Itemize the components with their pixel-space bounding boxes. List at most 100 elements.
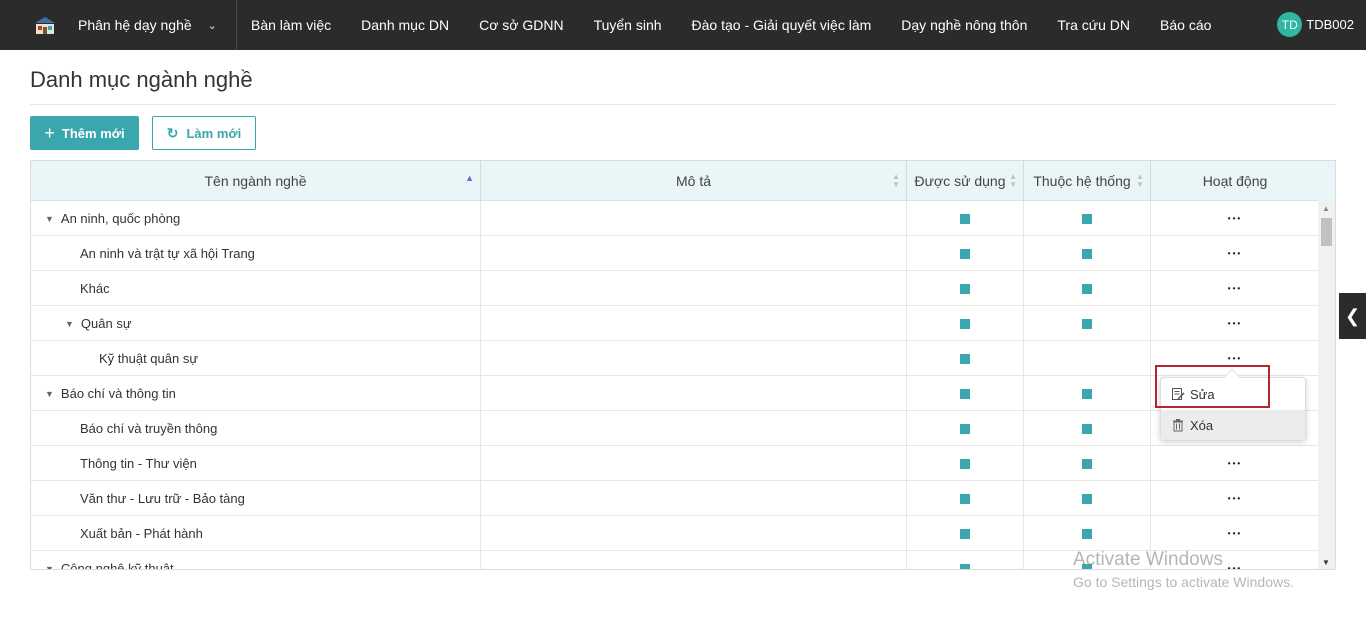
checked-square-icon — [960, 353, 970, 364]
cell-system — [1024, 306, 1151, 341]
table-row[interactable]: Văn thư - Lưu trữ - Bảo tàng ••• — [31, 481, 1319, 516]
table-row[interactable]: Xuất bản - Phát hành ••• — [31, 516, 1319, 551]
sort-icon[interactable]: ▲ ▼ — [892, 173, 900, 189]
expand-caret-icon[interactable]: ▼ — [45, 389, 54, 399]
cell-name: ▼ Quân sự — [31, 306, 481, 341]
nav-item-co-so-gdnn[interactable]: Cơ sở GDNN — [464, 17, 578, 33]
activation-watermark-title: Activate Windows — [1073, 549, 1223, 570]
checked-square-icon — [1082, 493, 1092, 504]
row-name-label: Khác — [80, 281, 110, 296]
more-actions-icon[interactable]: ••• — [1228, 249, 1242, 259]
cell-actions: ••• — [1151, 446, 1319, 481]
nav-item-tuyen-sinh[interactable]: Tuyển sinh — [579, 17, 677, 33]
sort-icon[interactable]: ▲ ▼ — [1009, 173, 1017, 189]
sort-asc-icon[interactable]: ▲ — [465, 173, 474, 183]
nav-item-bao-cao[interactable]: Báo cáo — [1145, 17, 1226, 33]
row-name-label: Kỹ thuật quân sự — [99, 351, 199, 366]
cell-name: Khác — [31, 271, 481, 306]
row-name-label: Báo chí và truyền thông — [80, 421, 218, 436]
column-header-used[interactable]: Được sử dụng ▲ ▼ — [907, 161, 1024, 201]
cell-description — [481, 201, 907, 236]
module-label: Phân hệ dạy nghề — [78, 17, 192, 33]
checked-square-icon — [960, 493, 970, 504]
more-actions-icon[interactable]: ••• — [1228, 284, 1242, 294]
cell-used — [907, 341, 1024, 376]
expand-caret-icon[interactable]: ▼ — [45, 564, 54, 570]
scroll-up-icon[interactable]: ▲ — [1322, 204, 1330, 213]
cell-used — [907, 481, 1024, 516]
column-header-label: Tên ngành nghề — [204, 173, 307, 189]
nav-item-danh-muc-dn[interactable]: Danh mục DN — [346, 17, 464, 33]
refresh-button[interactable]: ↻ Làm mới — [152, 116, 256, 150]
column-header-label: Mô tả — [675, 173, 711, 189]
row-name-label: Xuất bản - Phát hành — [80, 526, 203, 541]
table-row[interactable]: Kỹ thuật quân sự ••• — [31, 341, 1319, 376]
scroll-down-icon[interactable]: ▼ — [1322, 558, 1330, 567]
checked-square-icon — [1082, 458, 1092, 469]
scrollbar-thumb[interactable] — [1321, 218, 1332, 246]
table-row[interactable]: Báo chí và truyền thông — [31, 411, 1319, 446]
checked-square-icon — [1082, 423, 1092, 434]
table-row[interactable]: ▼ Quân sự ••• — [31, 306, 1319, 341]
more-actions-icon[interactable]: ••• — [1228, 564, 1242, 570]
checked-square-icon — [960, 388, 970, 399]
avatar: TD — [1277, 12, 1303, 37]
table-row[interactable]: ▼ Báo chí và thông tin — [31, 376, 1319, 411]
more-actions-icon[interactable]: ••• — [1228, 319, 1242, 329]
title-divider — [30, 104, 1336, 105]
more-actions-icon[interactable]: ••• — [1228, 459, 1242, 469]
more-actions-icon[interactable]: ••• — [1228, 494, 1242, 504]
add-button[interactable]: + Thêm mới — [30, 116, 139, 150]
side-panel-toggle[interactable]: ❮ — [1339, 293, 1366, 339]
trash-icon — [1173, 419, 1183, 432]
cell-system — [1024, 446, 1151, 481]
cell-name: Kỹ thuật quân sự — [31, 341, 481, 376]
module-switcher[interactable]: Phân hệ dạy nghề ⌄ — [78, 0, 217, 50]
checked-square-icon — [1082, 283, 1092, 294]
column-header-name[interactable]: Tên ngành nghề ▲ — [31, 161, 481, 201]
more-actions-icon[interactable]: ••• — [1228, 214, 1242, 224]
top-navbar: Phân hệ dạy nghề ⌄ Bàn làm việc Danh mục… — [0, 0, 1366, 50]
cell-description — [481, 236, 907, 271]
cell-description — [481, 306, 907, 341]
more-actions-icon[interactable]: ••• — [1228, 354, 1242, 364]
add-button-label: Thêm mới — [61, 125, 125, 141]
expand-caret-icon[interactable]: ▼ — [45, 214, 54, 224]
table-body: ▼ An ninh, quốc phòng ••• An ninh và trật t… — [31, 201, 1319, 570]
column-header-label: Hoạt động — [1202, 173, 1268, 189]
cell-description — [481, 271, 907, 306]
cell-used — [907, 551, 1024, 569]
checked-square-icon — [960, 563, 970, 569]
menu-item-delete[interactable]: Xóa — [1161, 410, 1305, 440]
cell-actions: ••• — [1151, 306, 1319, 341]
nav-item-day-nghe-nong-thon[interactable]: Dạy nghề nông thôn — [886, 17, 1042, 33]
nav-item-ban-lam-viec[interactable]: Bàn làm việc — [236, 17, 346, 33]
column-header-actions: Hoạt động — [1151, 161, 1319, 201]
table-row[interactable]: An ninh và trật tự xã hội Trang ••• — [31, 236, 1319, 271]
cell-description — [481, 551, 907, 569]
app-logo-icon[interactable] — [34, 14, 56, 36]
table-row[interactable]: ▼ An ninh, quốc phòng ••• — [31, 201, 1319, 236]
user-menu[interactable]: TD TDB002 — [1277, 12, 1354, 37]
nav-item-dao-tao[interactable]: Đào tạo - Giải quyết việc làm — [677, 17, 887, 33]
vertical-scrollbar[interactable]: ▲ ▼ — [1318, 201, 1335, 569]
cell-name: Báo chí và truyền thông — [31, 411, 481, 446]
chevron-down-icon: ⌄ — [207, 19, 217, 32]
cell-actions: ••• — [1151, 271, 1319, 306]
sort-icon[interactable]: ▲ ▼ — [1136, 173, 1144, 189]
cell-used — [907, 446, 1024, 481]
column-header-description[interactable]: Mô tả ▲ ▼ — [481, 161, 907, 201]
expand-caret-icon[interactable]: ▼ — [65, 319, 74, 329]
row-name-label: Thông tin - Thư viện — [80, 456, 197, 471]
cell-description — [481, 411, 907, 446]
nav-item-tra-cuu-dn[interactable]: Tra cứu DN — [1042, 17, 1145, 33]
more-actions-icon[interactable]: ••• — [1228, 529, 1242, 539]
table-row[interactable]: Thông tin - Thư viện ••• — [31, 446, 1319, 481]
plus-icon: + — [44, 122, 55, 143]
cell-system — [1024, 236, 1151, 271]
cell-used — [907, 306, 1024, 341]
column-header-system[interactable]: Thuộc hệ thống ▲ ▼ — [1024, 161, 1151, 201]
table-row[interactable]: Khác ••• — [31, 271, 1319, 306]
cell-system — [1024, 481, 1151, 516]
cell-description — [481, 481, 907, 516]
